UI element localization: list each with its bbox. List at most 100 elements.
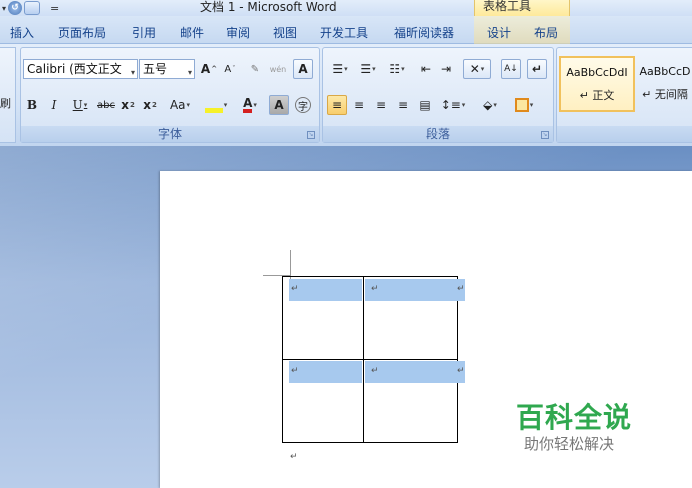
bullets-button[interactable]: ☰ ▾ [327,59,353,79]
align-right-button[interactable]: ≡ [371,95,391,115]
clear-format-button[interactable]: ✎ [245,59,265,79]
shrink-font-button[interactable]: Aˇ [221,59,239,79]
align-center-icon: ≡ [353,98,365,112]
redo-button[interactable] [24,1,41,15]
style-no-spacing-label: ↵ 无间隔 [642,88,688,101]
borders-button[interactable]: ▾ [509,95,539,115]
undo-button[interactable]: ↺ [8,1,23,15]
multilevel-list-icon: ☷ [389,62,401,76]
chinese-layout-button[interactable]: ✕ ▾ [463,59,491,79]
decrease-indent-icon: ⇤ [420,62,432,76]
enclose-characters-icon: 字 [295,97,311,113]
highlight-color-button[interactable]: ▾ [199,95,233,115]
paragraph-dialog-launcher-icon[interactable]: ↘ [541,131,549,139]
distributed-button[interactable]: ▤ [415,95,435,115]
numbering-button[interactable]: ☰ ▾ [355,59,381,79]
row-end-mark: ↵ [457,284,465,294]
character-border-icon: A [298,62,308,76]
paragraph-group-label: 段落 [323,126,553,142]
subscript-icon: x [121,98,129,112]
character-border-button[interactable]: A [293,59,313,79]
format-painter-label[interactable]: 刷 [0,95,11,111]
increase-indent-button[interactable]: ⇥ [437,59,455,79]
italic-button[interactable]: I [45,95,63,115]
superscript-icon: x [143,98,151,112]
table-cell-r2c1-selection[interactable] [289,361,362,383]
phonetic-guide-button[interactable]: wén [267,59,289,79]
tab-page-layout[interactable]: 页面布局 [58,24,106,41]
align-left-button[interactable]: ≡ [327,95,347,115]
enclose-characters-button[interactable]: 字 [293,95,313,115]
ribbon: 刷 Calibri (西文正文 ▾ 五号 ▾ A ^ Aˇ ✎ wén A B I… [0,44,692,146]
tab-view[interactable]: 视图 [273,24,297,41]
tab-developer[interactable]: 开发工具 [320,24,368,41]
watermark-subtitle: 助你轻松解决 [524,435,615,453]
underline-button[interactable]: U ▾ [67,95,93,115]
cell-end-mark: ↵ [291,366,299,376]
font-color-button[interactable]: A ▾ [235,95,265,115]
grow-font-button[interactable]: A ^ [199,59,219,79]
customize-toolbar-button[interactable]: = [42,2,59,15]
tab-design[interactable]: 设计 [487,24,511,41]
distributed-icon: ▤ [419,98,431,112]
font-name-combo[interactable]: Calibri (西文正文 ▾ [23,59,138,79]
tab-insert[interactable]: 插入 [10,24,34,41]
shading-button[interactable]: ⬙ ▾ [473,95,507,115]
chevron-down-icon: ▾ [187,68,192,77]
font-name-value: Calibri (西文正文 [27,62,122,76]
change-case-icon: Aa [169,98,186,112]
line-spacing-icon: ↕≡ [440,98,461,112]
multilevel-list-button[interactable]: ☷ ▾ [383,59,411,79]
paragraph-mark: ↵ [290,452,298,462]
style-normal-sample: AaBbCcDdI [566,66,628,79]
quick-access-toolbar: ▾ ↺ = [0,0,59,16]
phonetic-guide-icon: wén [269,64,287,74]
cell-end-mark: ↵ [371,284,379,294]
font-group-label: 字体 [21,126,319,142]
strikethrough-button[interactable]: abc [95,95,117,115]
superscript-button[interactable]: x2 [141,95,159,115]
paragraph-group: ☰ ▾ ☰ ▾ ☷ ▾ ⇤ ⇥ ✕ ▾ A↓ ↵ ≡ ≡ ≡ ≡ ▤ ↕≡ ▾ ⬙ ▾ ▾ … [322,47,554,143]
chinese-layout-icon: ✕ [469,62,480,76]
font-size-value: 五号 [143,62,168,76]
tab-layout[interactable]: 布局 [534,24,558,41]
line-spacing-button[interactable]: ↕≡ ▾ [439,95,467,115]
tab-foxit-reader[interactable]: 福昕阅读器 [394,24,454,41]
bullet-list-icon: ☰ [332,62,344,76]
decrease-indent-button[interactable]: ⇤ [417,59,435,79]
change-case-button[interactable]: Aa ▾ [165,95,195,115]
watermark-title: 百科全说 [516,401,633,434]
table-cell-r1c2-selection[interactable] [365,279,465,301]
subscript-button[interactable]: x2 [119,95,137,115]
tab-references[interactable]: 引用 [132,24,156,41]
bold-button[interactable]: B [23,95,41,115]
chevron-down-icon: ▾ [130,68,135,77]
align-center-button[interactable]: ≡ [349,95,369,115]
style-normal[interactable]: AaBbCcDdI ↵ 正文 [559,56,635,112]
table-row-divider[interactable] [283,359,457,360]
styles-group: AaBbCcDdI ↵ 正文 AaBbCcD ↵ 无间隔 [556,47,692,143]
styles-group-label-bar [557,126,692,142]
grow-font-icon: A [200,62,211,76]
clipboard-group-stub: 刷 [0,47,16,143]
document-page[interactable]: ↵ ↵ ↵ ↵ ↵ ↵ ↵ 百科全说 助你轻松解决 [160,171,692,488]
tab-review[interactable]: 审阅 [226,24,250,41]
show-marks-button[interactable]: ↵ [527,59,547,79]
clear-format-icon: ✎ [250,63,260,75]
style-no-spacing[interactable]: AaBbCcD ↵ 无间隔 [637,56,692,112]
character-shading-button[interactable]: A [269,95,289,115]
shrink-font-icon: A [224,63,232,75]
cell-end-mark: ↵ [291,284,299,294]
tab-mailings[interactable]: 邮件 [180,24,204,41]
table[interactable]: ↵ ↵ ↵ ↵ ↵ ↵ [282,276,465,443]
quick-access-dropdown-icon[interactable]: ▾ [0,4,6,13]
justify-button[interactable]: ≡ [393,95,413,115]
font-size-combo[interactable]: 五号 ▾ [139,59,195,79]
table-cell-r1c1-selection[interactable] [289,279,362,301]
row-end-mark: ↵ [457,366,465,376]
style-no-spacing-sample: AaBbCcD [639,65,691,78]
title-bar: ▾ ↺ = 文档 1 - Microsoft Word [0,0,692,16]
font-dialog-launcher-icon[interactable]: ↘ [307,131,315,139]
sort-button[interactable]: A↓ [501,59,521,79]
table-cell-r2c2-selection[interactable] [365,361,465,383]
